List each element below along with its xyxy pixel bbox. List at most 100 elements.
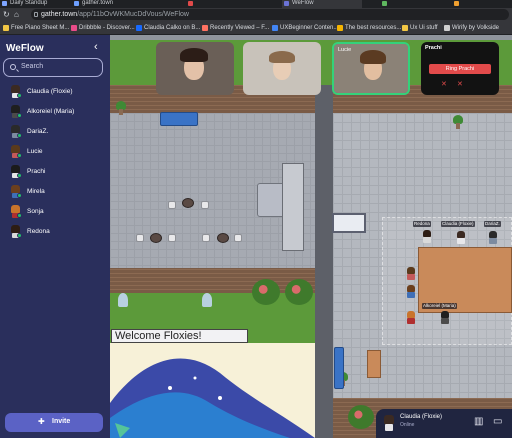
self-name: Claudia (Floxie) — [400, 414, 443, 420]
bookmark-icon — [71, 25, 77, 31]
screen-share-icon[interactable]: ▭ — [493, 417, 502, 427]
member-item[interactable]: Redona — [0, 223, 110, 241]
home-icon[interactable]: ⌂ — [14, 10, 19, 19]
video-tile[interactable]: Prachi Ring Prachi ✕ ✕ — [421, 42, 499, 95]
video-tile[interactable] — [156, 42, 234, 95]
tab-title: Daily Standup — [10, 0, 48, 6]
round-table — [182, 198, 194, 208]
bookmark-label: The best resources... — [345, 25, 402, 31]
bookmark-item[interactable]: Wirify by Volkside — [444, 24, 499, 32]
browser-tab[interactable] — [452, 0, 512, 8]
bookmark-item[interactable]: The best resources... — [337, 24, 401, 32]
tab-title: gather.town — [82, 0, 114, 6]
video-label: Lucie — [338, 47, 352, 53]
video-tile-active[interactable]: Lucie — [332, 42, 410, 95]
search-placeholder: Search — [21, 63, 44, 70]
member-item[interactable]: Alkoreiel (Maria) — [0, 103, 110, 121]
member-name: Claudia (Floxie) — [27, 88, 73, 95]
tab-favicon-icon — [454, 1, 459, 6]
online-status-icon — [17, 133, 22, 138]
round-table — [217, 233, 229, 243]
avatar-mirela[interactable] — [406, 285, 416, 298]
url-host: gather.town — [41, 11, 78, 18]
bookmark-label: Wirify by Volkside — [452, 25, 500, 31]
online-status-icon — [17, 93, 22, 98]
chair — [234, 234, 242, 242]
bookmark-icon — [136, 25, 142, 31]
tab-favicon-icon — [74, 1, 79, 6]
member-item[interactable]: Prachi — [0, 163, 110, 181]
sidebar: WeFlow ‹ Search Claudia (Floxie) Alkoreie… — [0, 35, 110, 438]
chair — [168, 201, 176, 209]
ring-label: Ring Prachi — [445, 66, 475, 72]
reload-icon[interactable]: ↻ — [3, 10, 10, 19]
ring-button[interactable]: Ring Prachi — [429, 64, 491, 74]
member-item[interactable]: Sonja — [0, 203, 110, 221]
bookmark-item[interactable]: Free Piano Sheet M... — [3, 24, 69, 32]
member-name: Redona — [27, 228, 50, 235]
search-input[interactable]: Search — [3, 58, 103, 77]
url-path: /app/11bOvWKMucDdVous/WeFlow — [77, 11, 189, 18]
online-status-icon — [17, 233, 22, 238]
lamp-post — [118, 293, 128, 307]
sofa — [334, 347, 344, 389]
round-table — [150, 233, 162, 243]
member-avatar — [10, 225, 22, 238]
video-tile[interactable] — [243, 42, 321, 95]
browser-tab[interactable]: gather.town — [72, 0, 152, 8]
video-hair — [180, 48, 208, 62]
member-avatar — [10, 105, 22, 118]
bookmark-item[interactable]: UXBeginner Conten... — [272, 24, 338, 32]
member-item[interactable]: Claudia (Floxie) — [0, 83, 110, 101]
bookmark-item[interactable]: Ux Ui stuff — [402, 24, 438, 32]
invite-label: Invite — [52, 418, 71, 425]
self-avatar[interactable] — [383, 415, 395, 431]
collapse-sidebar-icon[interactable]: ‹ — [94, 41, 98, 53]
browser-tab-active[interactable]: WeFlow — [282, 0, 362, 8]
avatar-sonja[interactable] — [406, 311, 416, 324]
chair — [202, 234, 210, 242]
member-name: Mirela — [27, 188, 45, 195]
avatar-claudia[interactable] — [456, 231, 466, 244]
nametag: Claudia (Floxie) — [441, 221, 475, 227]
avatar-redona[interactable] — [422, 230, 432, 243]
member-item[interactable]: DariaZ. — [0, 123, 110, 141]
map-icon[interactable]: ▥ — [474, 417, 483, 427]
chair — [168, 234, 176, 242]
video-hair — [360, 50, 386, 64]
video-hair — [269, 51, 295, 63]
online-status-icon — [17, 113, 22, 118]
member-name: Alkoreiel (Maria) — [27, 108, 75, 115]
flower-bush — [348, 405, 374, 429]
tab-favicon-icon — [284, 1, 289, 6]
browser-tab[interactable] — [186, 0, 256, 8]
invite-button[interactable]: ✚ Invite — [5, 413, 103, 432]
url-field[interactable]: gather.town/app/11bOvWKMucDdVous/WeFlow — [31, 9, 509, 20]
flower-bush — [285, 279, 313, 305]
browser-tab[interactable]: Daily Standup — [0, 0, 70, 8]
bookmark-label: Claudia Calko on B... — [144, 25, 201, 31]
bookmark-item[interactable]: Claudia Calko on B... — [136, 24, 200, 32]
member-item[interactable]: Lucie — [0, 143, 110, 161]
member-item[interactable]: Mirela — [0, 183, 110, 201]
bookmark-item[interactable]: Dribbble - Discover... — [71, 24, 135, 32]
tab-favicon-icon — [382, 1, 387, 6]
bookmark-label: Ux Ui stuff — [410, 25, 438, 31]
member-avatar — [10, 145, 22, 158]
browser-tab[interactable] — [380, 0, 450, 8]
avatar-daria[interactable] — [488, 231, 498, 244]
self-status: Online — [400, 422, 415, 428]
search-icon — [10, 64, 16, 70]
potted-plant — [116, 101, 126, 115]
mural-art — [110, 358, 315, 438]
whiteboard — [332, 213, 366, 233]
member-avatar — [10, 165, 22, 178]
member-name: Lucie — [27, 148, 43, 155]
door — [367, 350, 381, 378]
avatar-lucie[interactable] — [406, 267, 416, 280]
lamp-post — [202, 293, 212, 307]
map-viewport[interactable]: Welcome Floxies! Redona Claudia (Floxie)… — [110, 35, 512, 438]
avatar-alkoreiel[interactable] — [440, 311, 450, 324]
bookmark-item[interactable]: Recently Viewed – F... — [202, 24, 269, 32]
bookmark-label: Free Piano Sheet M... — [11, 25, 70, 31]
